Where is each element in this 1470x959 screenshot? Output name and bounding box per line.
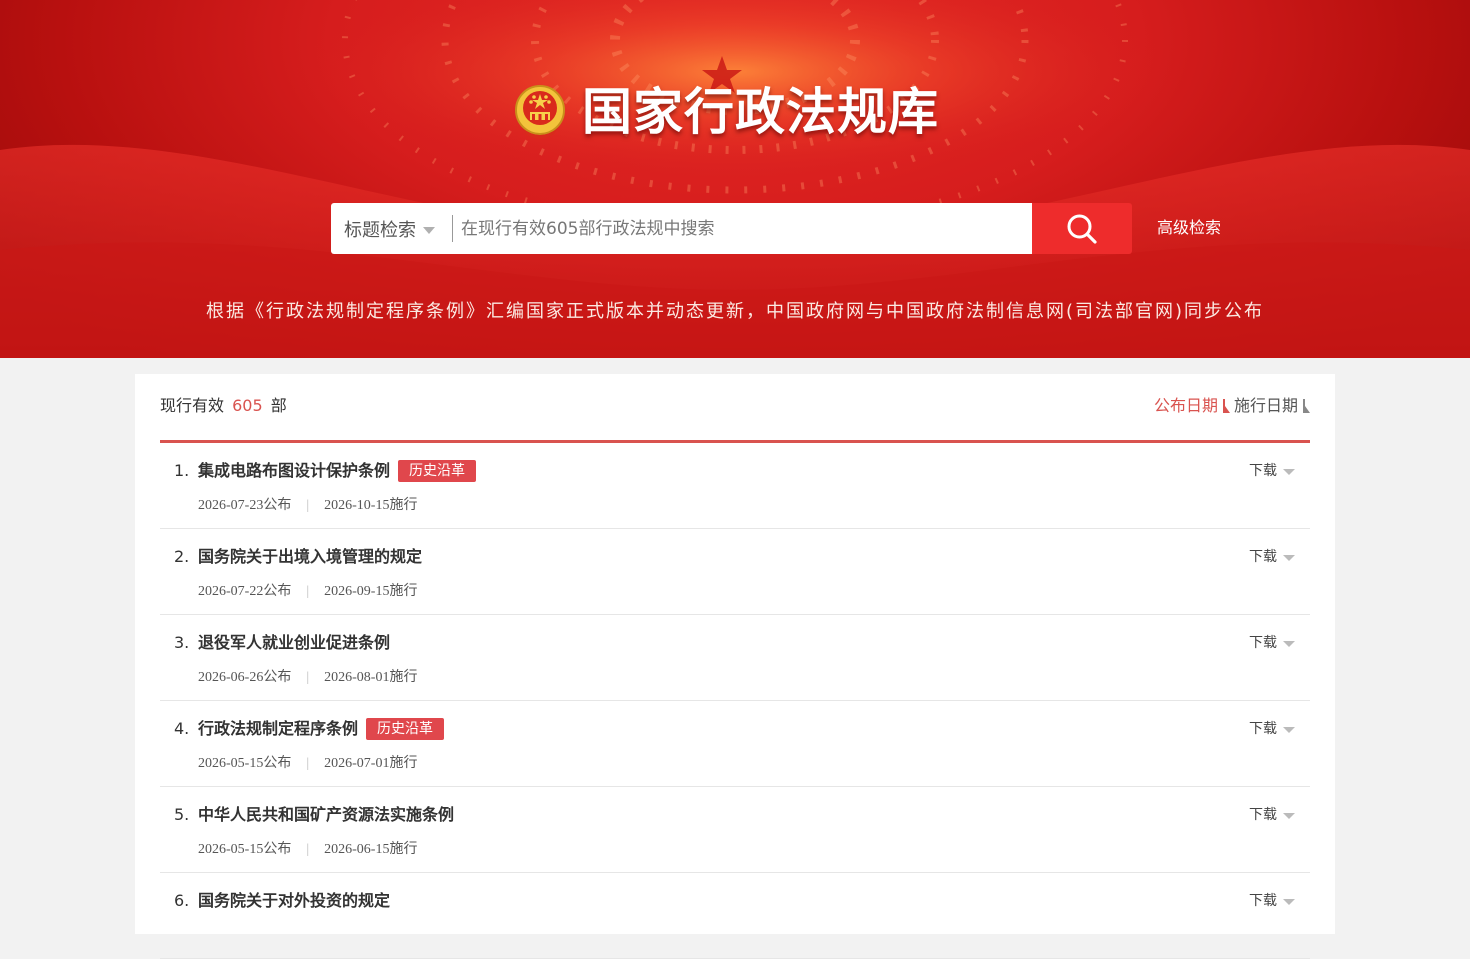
search-type-dropdown[interactable]: 标题检索 xyxy=(331,203,451,254)
chevron-down-icon xyxy=(1283,555,1295,561)
download-dropdown[interactable]: 下载 xyxy=(1249,461,1295,481)
law-title-link[interactable]: 国务院关于出境入境管理的规定 xyxy=(198,546,422,568)
item-index: 4. xyxy=(174,719,190,738)
law-title-link[interactable]: 集成电路布图设计保护条例 xyxy=(198,460,390,482)
sort-by-effective-date[interactable]: 施行日期 xyxy=(1234,395,1310,417)
effective-date: 2026-06-15施行 xyxy=(324,842,418,857)
download-label: 下载 xyxy=(1249,549,1277,565)
sort-label: 公布日期 xyxy=(1153,396,1218,415)
item-index: 5. xyxy=(174,805,190,824)
publish-date: 2026-06-26公布 xyxy=(198,670,292,685)
advanced-search-link[interactable]: 高级检索 xyxy=(1157,217,1221,239)
chevron-down-icon xyxy=(423,226,435,234)
header-banner: 国家行政法规库 标题检索 高级检索 根据《行政法规制定程序条例》汇编国家正式版本… xyxy=(0,0,1470,358)
effective-date: 2026-10-15施行 xyxy=(324,498,418,513)
law-title-link[interactable]: 国务院关于对外投资的规定 xyxy=(198,890,390,912)
download-dropdown[interactable]: 下载 xyxy=(1249,719,1295,739)
search-divider xyxy=(452,215,453,242)
law-dates: 2026-05-15公布 | 2026-06-15施行 xyxy=(198,842,418,857)
sort-label: 施行日期 xyxy=(1233,396,1298,415)
chevron-down-icon xyxy=(1283,641,1295,647)
download-label: 下载 xyxy=(1249,807,1277,823)
sort-bar: 公布日期 施行日期 xyxy=(1154,395,1310,417)
sort-icon xyxy=(1302,398,1310,414)
law-list: 1. 集成电路布图设计保护条例 历史沿革 2026-07-23公布 | 2026-1… xyxy=(160,443,1310,959)
law-title-link[interactable]: 中华人民共和国矿产资源法实施条例 xyxy=(198,804,454,826)
history-badge[interactable]: 历史沿革 xyxy=(398,460,477,482)
sort-by-publish-date[interactable]: 公布日期 xyxy=(1154,395,1230,417)
download-dropdown[interactable]: 下载 xyxy=(1249,633,1295,653)
law-list-item: 5. 中华人民共和国矿产资源法实施条例 2026-05-15公布 | 2026-06… xyxy=(160,787,1310,873)
publish-date: 2026-07-22公布 xyxy=(198,584,292,599)
search-box: 标题检索 xyxy=(331,203,1032,254)
search-icon xyxy=(1067,214,1097,244)
results-panel: 现行有效 605 部 公布日期 施行日期 1. 集成电路布图设计保护条例 历史沿… xyxy=(135,374,1335,959)
search-button[interactable] xyxy=(1032,203,1132,254)
sort-icon xyxy=(1222,398,1230,414)
effective-date: 2026-09-15施行 xyxy=(324,584,418,599)
result-count-prefix: 现行有效 xyxy=(160,396,225,415)
effective-date: 2026-07-01施行 xyxy=(324,756,418,771)
search-type-label: 标题检索 xyxy=(344,219,416,241)
banner-tagline: 根据《行政法规制定程序条例》汇编国家正式版本并动态更新，中国政府网与中国政府法制… xyxy=(205,301,1265,322)
law-dates: 2026-06-26公布 | 2026-08-01施行 xyxy=(198,670,418,685)
publish-date: 2026-05-15公布 xyxy=(198,842,292,857)
search-input[interactable] xyxy=(461,203,1021,254)
law-list-item: 6. 国务院关于对外投资的规定 下载 xyxy=(160,873,1310,959)
site-title: 国家行政法规库 xyxy=(582,82,939,141)
download-dropdown[interactable]: 下载 xyxy=(1249,805,1295,825)
result-count: 现行有效 605 部 xyxy=(160,395,287,417)
chevron-down-icon xyxy=(1283,813,1295,819)
item-index: 1. xyxy=(174,461,190,480)
law-dates: 2026-07-22公布 | 2026-09-15施行 xyxy=(198,584,418,599)
download-dropdown[interactable]: 下载 xyxy=(1249,891,1295,911)
law-list-item: 3. 退役军人就业创业促进条例 2026-06-26公布 | 2026-08-01施… xyxy=(160,615,1310,701)
national-emblem-icon xyxy=(515,85,565,139)
history-badge[interactable]: 历史沿革 xyxy=(366,718,445,740)
law-list-item: 4. 行政法规制定程序条例 历史沿革 2026-05-15公布 | 2026-07-… xyxy=(160,701,1310,787)
law-list-item: 2. 国务院关于出境入境管理的规定 2026-07-22公布 | 2026-09-1… xyxy=(160,529,1310,615)
download-label: 下载 xyxy=(1249,635,1277,651)
download-label: 下载 xyxy=(1249,721,1277,737)
law-title-link[interactable]: 行政法规制定程序条例 xyxy=(198,718,358,740)
law-dates: 2026-05-15公布 | 2026-07-01施行 xyxy=(198,756,418,771)
download-label: 下载 xyxy=(1249,893,1277,909)
law-dates: 2026-07-23公布 | 2026-10-15施行 xyxy=(198,498,418,513)
publish-date: 2026-07-23公布 xyxy=(198,498,292,513)
download-dropdown[interactable]: 下载 xyxy=(1249,547,1295,567)
publish-date: 2026-05-15公布 xyxy=(198,756,292,771)
chevron-down-icon xyxy=(1283,727,1295,733)
result-count-number: 605 xyxy=(232,396,263,415)
chevron-down-icon xyxy=(1283,899,1295,905)
result-count-suffix: 部 xyxy=(270,396,287,415)
item-index: 3. xyxy=(174,633,190,652)
law-list-item: 1. 集成电路布图设计保护条例 历史沿革 2026-07-23公布 | 2026-1… xyxy=(160,443,1310,529)
item-index: 6. xyxy=(174,891,190,910)
item-index: 2. xyxy=(174,547,190,566)
download-label: 下载 xyxy=(1249,463,1277,479)
chevron-down-icon xyxy=(1283,469,1295,475)
law-title-link[interactable]: 退役军人就业创业促进条例 xyxy=(198,632,390,654)
effective-date: 2026-08-01施行 xyxy=(324,670,418,685)
